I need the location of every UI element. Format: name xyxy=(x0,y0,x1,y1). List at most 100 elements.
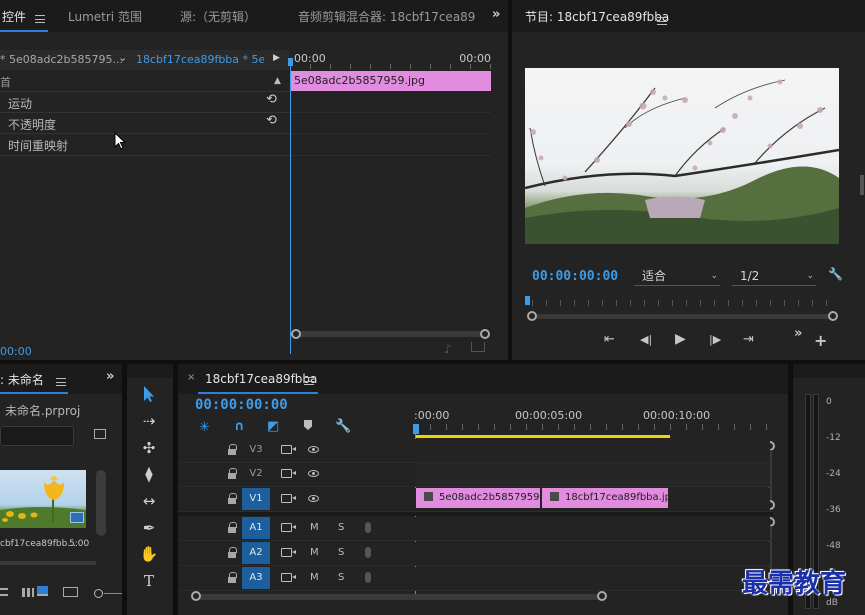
timeline-ruler-ticks[interactable] xyxy=(414,424,774,430)
program-timecode[interactable]: 00:00:00:00 xyxy=(532,269,618,284)
mini-zoom-right-knob[interactable] xyxy=(480,329,490,339)
play-icon[interactable]: ▶ xyxy=(675,331,686,347)
property-opacity[interactable]: 不透明度 xyxy=(8,116,56,133)
v2-lock-icon[interactable] xyxy=(228,468,237,480)
timeline-sequence-tab[interactable]: 18cbf17cea89fbba xyxy=(205,372,317,386)
reset-motion-icon[interactable]: ⟲ xyxy=(266,92,277,107)
razor-tool-icon[interactable]: ⧫ xyxy=(138,463,160,485)
type-tool-icon[interactable]: T xyxy=(138,570,160,592)
add-marker-icon[interactable] xyxy=(304,420,312,430)
property-motion[interactable]: 运动 xyxy=(8,95,32,112)
v2-eye-icon[interactable] xyxy=(308,470,319,477)
timeline-timecode[interactable]: 00:00:00:00 xyxy=(195,397,288,413)
v3-track-lane[interactable] xyxy=(415,439,770,462)
a3-microphone-icon[interactable] xyxy=(365,572,371,583)
more-tabs-icon[interactable]: » xyxy=(106,369,114,384)
a3-mute-button[interactable]: M xyxy=(310,572,319,583)
work-area-bar[interactable] xyxy=(415,435,670,438)
selection-tool-icon[interactable] xyxy=(141,385,157,403)
zoom-slider-track[interactable] xyxy=(104,593,122,594)
close-icon[interactable]: × xyxy=(187,372,195,383)
v2-sync-lock-icon[interactable] xyxy=(281,469,296,478)
mini-clip-bar[interactable]: 5e08adc2b5857959.jpg xyxy=(291,71,491,91)
timeline-h-scroll-left[interactable] xyxy=(191,591,201,601)
track-label-v3[interactable]: V3 xyxy=(242,439,270,461)
track-label-a1[interactable]: A1 xyxy=(242,517,270,539)
track-label-v2[interactable]: V2 xyxy=(242,463,270,485)
v3-sync-lock-icon[interactable] xyxy=(281,445,296,454)
chevron-down-icon[interactable]: ⌄ xyxy=(118,51,127,64)
freeform-view-icon[interactable] xyxy=(37,586,48,596)
a2-mute-button[interactable]: M xyxy=(310,547,319,558)
hand-tool-icon[interactable]: ✋ xyxy=(138,543,160,565)
mini-zoom-left-knob[interactable] xyxy=(291,329,301,339)
add-button-icon[interactable]: + xyxy=(814,331,827,350)
v3-eye-icon[interactable] xyxy=(308,446,319,453)
slip-tool-icon[interactable]: ↔ xyxy=(138,490,160,512)
go-to-in-icon[interactable]: ⇤ xyxy=(604,332,615,347)
more-controls-icon[interactable]: » xyxy=(794,326,802,341)
timeline-settings-wrench-icon[interactable]: 🔧 xyxy=(335,419,351,434)
resolution-dropdown[interactable]: 1/2 ⌄ xyxy=(732,268,816,286)
v1-sync-lock-icon[interactable] xyxy=(281,494,296,503)
panel-menu-icon[interactable] xyxy=(35,15,45,23)
effect-timecode[interactable]: 00:00 xyxy=(0,345,32,358)
tab-source[interactable]: 源:（无剪辑） xyxy=(180,8,256,25)
fit-dropdown[interactable]: 适合 ⌄ xyxy=(634,268,720,286)
a3-track-lane[interactable] xyxy=(415,567,770,590)
project-search-input[interactable] xyxy=(0,426,74,446)
timeline-clip-2[interactable]: 18cbf17cea89fbba.jpg xyxy=(542,488,668,508)
ripple-edit-tool-icon[interactable]: ✣ xyxy=(138,437,160,459)
linked-selection-icon[interactable]: ◩ xyxy=(267,419,279,434)
program-menu-icon[interactable] xyxy=(657,17,667,25)
step-forward-icon[interactable]: |▶ xyxy=(709,333,721,346)
a2-solo-button[interactable]: S xyxy=(338,547,344,558)
pen-tool-icon[interactable]: ✒ xyxy=(138,517,160,539)
track-label-v1[interactable]: V1 xyxy=(242,488,270,510)
icon-view-icon[interactable] xyxy=(22,588,34,597)
a3-lock-icon[interactable] xyxy=(228,572,237,584)
sequence-clip-label[interactable]: 18cbf17cea89fbba * 5e... xyxy=(136,53,264,66)
a1-sync-lock-icon[interactable] xyxy=(281,523,296,532)
a2-sync-lock-icon[interactable] xyxy=(281,548,296,557)
v1-lock-icon[interactable] xyxy=(228,493,237,505)
a1-lock-icon[interactable] xyxy=(228,522,237,534)
timeline-playhead-marker[interactable] xyxy=(413,424,419,434)
audio-note-icon[interactable]: ♪ xyxy=(444,342,452,356)
a3-solo-button[interactable]: S xyxy=(338,572,344,583)
tab-lumetri-scopes[interactable]: Lumetri 范围 xyxy=(68,8,142,25)
snap-magnet-icon[interactable]: ∩ xyxy=(234,419,245,434)
mini-zoom-track[interactable] xyxy=(296,331,484,337)
track-label-a3[interactable]: A3 xyxy=(242,567,270,589)
a1-microphone-icon[interactable] xyxy=(365,522,371,533)
project-title[interactable]: : 未命名 xyxy=(0,371,44,388)
more-tabs-icon[interactable]: » xyxy=(492,7,500,22)
list-view-icon[interactable] xyxy=(0,588,8,596)
go-to-out-icon[interactable]: ⇥ xyxy=(743,332,754,347)
sort-icon[interactable] xyxy=(63,587,78,597)
a2-microphone-icon[interactable] xyxy=(365,547,371,558)
program-zoom-left-knob[interactable] xyxy=(527,311,537,321)
a2-lock-icon[interactable] xyxy=(228,547,237,559)
a1-track-lane[interactable] xyxy=(415,517,770,540)
bin-search-icon[interactable] xyxy=(94,429,106,439)
project-h-scroll[interactable] xyxy=(0,561,96,565)
timeline-clip-1[interactable]: 5e08adc2b5857959.jpg xyxy=(416,488,540,508)
track-label-a2[interactable]: A2 xyxy=(242,542,270,564)
project-scrollbar[interactable] xyxy=(96,470,106,536)
tab-audio-clip-mixer[interactable]: 音频剪辑混合器: 18cbf17cea89 xyxy=(298,8,484,25)
timeline-menu-icon[interactable] xyxy=(304,377,314,385)
reset-opacity-icon[interactable]: ⟲ xyxy=(266,113,277,128)
step-back-icon[interactable]: ◀| xyxy=(640,333,652,346)
a2-track-lane[interactable] xyxy=(415,542,770,565)
a3-sync-lock-icon[interactable] xyxy=(281,573,296,582)
scrollbar-right-edge[interactable] xyxy=(860,175,864,195)
v1-eye-icon[interactable] xyxy=(308,495,319,502)
timeline-h-scroll-right[interactable] xyxy=(597,591,607,601)
tab-effect-controls[interactable]: 控件 xyxy=(2,8,26,25)
program-scrubber-ticks[interactable] xyxy=(532,300,834,306)
a1-solo-button[interactable]: S xyxy=(338,522,344,533)
program-playhead[interactable] xyxy=(525,296,530,305)
program-zoom-track[interactable] xyxy=(536,314,830,319)
a1-mute-button[interactable]: M xyxy=(310,522,319,533)
